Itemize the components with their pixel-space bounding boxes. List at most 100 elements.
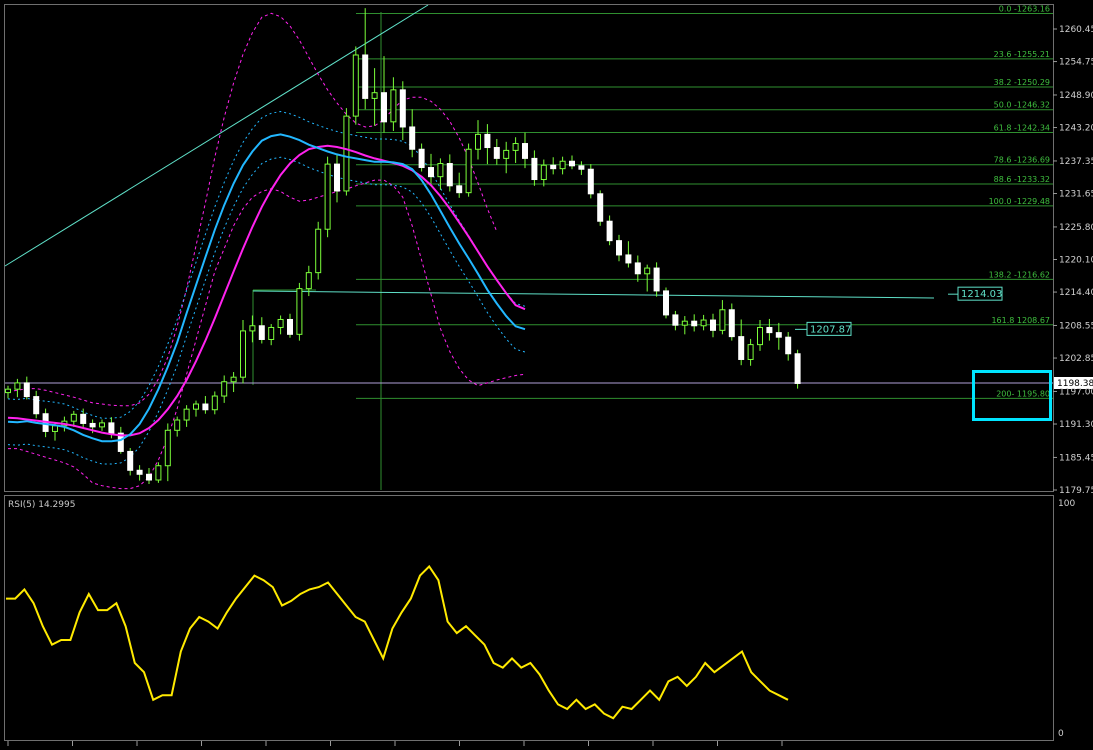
candle-body <box>277 318 284 328</box>
candle-body <box>174 419 181 431</box>
candle-body <box>381 92 387 123</box>
fibo-level-label: 138.2 -1216.62 <box>989 270 1050 279</box>
candle-body <box>409 126 416 150</box>
candle-body <box>305 272 312 290</box>
price-tick-label: 1202.85 <box>1059 354 1093 364</box>
candle-body <box>221 381 228 397</box>
candle-body <box>70 413 77 422</box>
price-axis[interactable]: 1260.45 1254.75 1248.90 1243.20 1237.35 1231.… <box>1053 25 1093 496</box>
candle-body <box>390 89 397 123</box>
candle-body <box>616 240 622 256</box>
candle-body <box>371 92 378 99</box>
candle-body <box>108 422 115 434</box>
candle-body <box>719 309 726 331</box>
candle-body <box>287 318 293 335</box>
candle-body <box>606 220 613 242</box>
candle-body <box>211 395 218 411</box>
candle-body <box>728 309 735 338</box>
candle-body <box>625 254 632 264</box>
price-tick-label: 1231.65 <box>1059 190 1093 200</box>
candle-body <box>710 319 716 331</box>
candle-body <box>747 344 754 360</box>
candle-body <box>428 167 434 178</box>
candle-body <box>14 382 21 390</box>
candle-body <box>550 164 557 170</box>
candle-body <box>531 157 538 181</box>
candle-body <box>258 325 265 340</box>
candle-body <box>446 163 453 187</box>
price-tick-label: 1191.30 <box>1059 420 1093 430</box>
candle-body <box>794 353 801 384</box>
price-tick-label: 1254.75 <box>1059 58 1093 68</box>
price-tick-label: 1243.20 <box>1059 124 1093 134</box>
candle-body <box>89 422 96 428</box>
price-tick-label: 1214.40 <box>1059 288 1093 298</box>
candle-body <box>597 193 604 222</box>
candle-body <box>691 320 698 327</box>
trading-chart-window[interactable]: 0.0 -1263.16 23.6 -1255.21 38.2 -1250.29 50… <box>0 0 1093 746</box>
candle-body <box>343 115 350 192</box>
candle-body <box>672 314 679 326</box>
candle-body <box>634 262 641 275</box>
candle-body <box>418 148 425 169</box>
candle-body <box>700 319 707 327</box>
price-tick-label: 1179.75 <box>1059 486 1093 496</box>
price-tick-label: 1260.45 <box>1059 25 1093 35</box>
candle-body <box>240 330 246 378</box>
price-tick-label: 1237.35 <box>1059 157 1093 167</box>
candle-body <box>146 473 152 481</box>
fibo-level-label: 161.8 1208.67 <box>991 316 1050 325</box>
candle-body <box>578 165 585 170</box>
candle-body <box>437 163 444 178</box>
candle-body <box>202 403 209 411</box>
candle-body <box>155 465 162 481</box>
fibo-level-label: 61.8 -1242.34 <box>994 123 1050 132</box>
price-tick-label: 1208.55 <box>1059 321 1093 331</box>
candle-body <box>230 376 237 383</box>
candle-body <box>775 332 782 338</box>
price-tick-label: 1197.00 <box>1059 387 1093 397</box>
candle-body <box>644 267 651 275</box>
candle-body <box>757 326 763 346</box>
fibo-level-label: 50.0 -1246.32 <box>994 101 1050 110</box>
rsi-tick-label: 100 <box>1058 499 1075 509</box>
price-tick-label: 1185.45 <box>1059 453 1093 463</box>
candle-body <box>324 163 331 230</box>
candle-body <box>5 388 11 394</box>
candle-body <box>399 89 406 128</box>
candle-body <box>352 54 359 117</box>
candle-body <box>559 160 566 170</box>
candle-body <box>456 185 463 194</box>
candle-body <box>653 267 660 292</box>
candle-body <box>766 326 773 334</box>
candle-body <box>334 163 340 192</box>
candle-body <box>80 413 87 424</box>
rsi-tick-label: 0 <box>1058 729 1064 739</box>
price-tick-label: 1220.10 <box>1059 256 1093 266</box>
chart-background <box>0 0 1093 746</box>
candle-body <box>136 469 143 475</box>
candle-body <box>512 143 519 151</box>
chart-canvas[interactable]: 0.0 -1263.16 23.6 -1255.21 38.2 -1250.29 50… <box>0 0 1093 746</box>
candle-body <box>540 164 547 181</box>
candle-body <box>296 288 303 335</box>
candle-body <box>52 425 58 432</box>
candle-body <box>164 429 171 467</box>
candle-body <box>33 396 40 415</box>
candle-body <box>268 326 275 340</box>
candle-body <box>183 408 190 421</box>
price-tag-label: 1207.87 <box>810 324 851 335</box>
candle-body <box>484 133 491 149</box>
candle-body <box>315 228 322 274</box>
fibo-level-label: 88.6 -1233.32 <box>994 175 1050 184</box>
candle-body <box>99 422 105 428</box>
candle-body <box>475 133 481 150</box>
price-tag-label: 1214.03 <box>961 289 1002 300</box>
fibo-level-label: 0.0 -1263.16 <box>999 5 1050 14</box>
price-tick-label: 1248.90 <box>1059 91 1093 101</box>
candle-body <box>249 325 256 332</box>
candle-body <box>522 143 528 159</box>
candle-body <box>493 147 500 159</box>
fibo-level-label: 100.0 -1229.48 <box>989 197 1050 206</box>
candle-body <box>193 403 199 410</box>
